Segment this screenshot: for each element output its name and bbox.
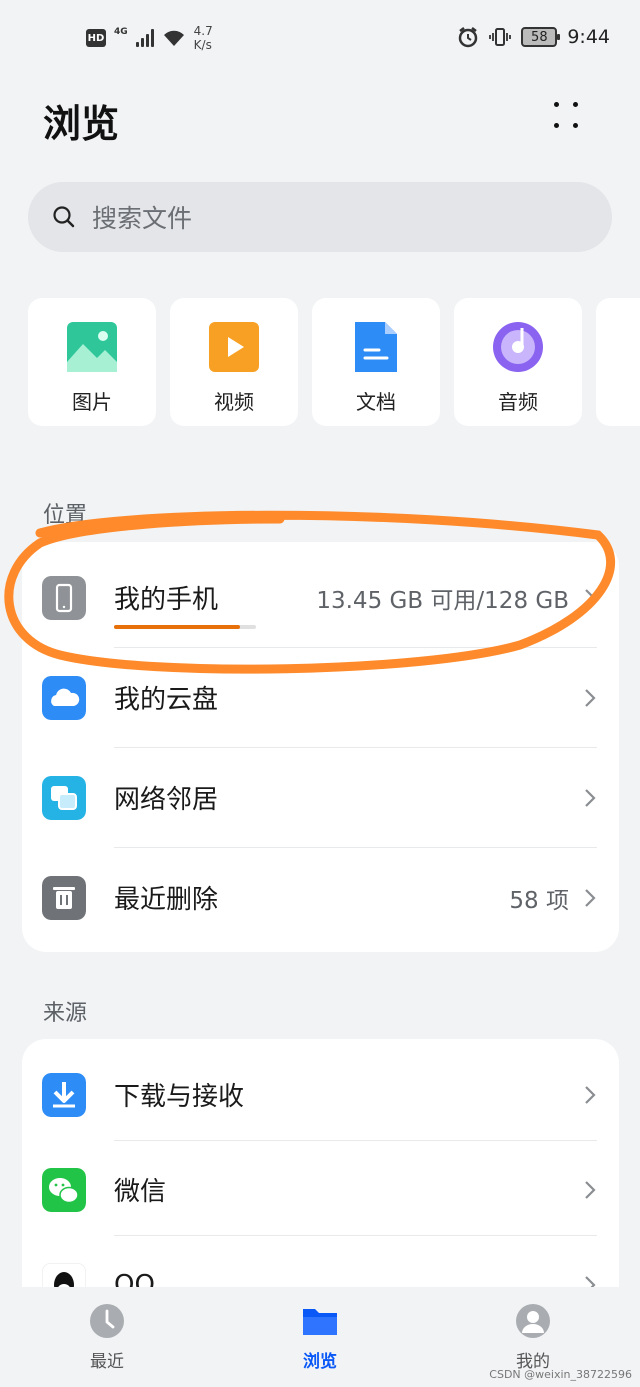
dot-icon [554, 123, 559, 128]
network-icon [42, 776, 86, 820]
storage-usage-fill [114, 625, 241, 629]
nav-recent[interactable]: 最近 [47, 1303, 167, 1372]
deleted-count: 58 项 [509, 887, 569, 914]
dot-icon [573, 123, 578, 128]
storage-usage-bar [114, 625, 256, 629]
section-title-location: 位置 [43, 503, 88, 528]
nav-mine[interactable]: 我的 [473, 1303, 593, 1372]
trash-icon [42, 876, 86, 920]
category-label: 视频 [214, 390, 254, 414]
search-input[interactable]: 搜索文件 [28, 182, 612, 252]
location-item-my-cloud[interactable]: 我的云盘 [22, 648, 619, 747]
category-documents[interactable]: 文档 [312, 298, 440, 426]
dot-icon [573, 102, 578, 107]
nav-browse[interactable]: 浏览 [260, 1303, 380, 1372]
location-item-network-neighborhood[interactable]: 网络邻居 [22, 748, 619, 847]
image-icon [67, 322, 117, 372]
status-time: 9:44 [567, 26, 610, 48]
chevron-right-icon [585, 788, 596, 807]
watermark: CSDN @weixin_38722596 [489, 1368, 632, 1381]
category-videos[interactable]: 视频 [170, 298, 298, 426]
cloud-icon [42, 676, 86, 720]
section-title-source: 来源 [43, 1001, 88, 1026]
category-strip: 图片 视频 文档 音频 [28, 298, 640, 428]
download-icon [42, 1073, 86, 1117]
video-icon [209, 322, 259, 372]
folder-icon [303, 1309, 337, 1335]
document-icon [355, 322, 397, 372]
row-label: 我的手机 [114, 585, 219, 615]
storage-value: 13.45 GB 可用/128 GB [316, 587, 569, 614]
source-item-downloads[interactable]: 下载与接收 [22, 1045, 619, 1144]
category-more[interactable] [596, 298, 640, 426]
alarm-icon [459, 27, 478, 48]
phone-icon [42, 576, 86, 620]
chevron-right-icon [585, 1085, 596, 1104]
chevron-right-icon [585, 588, 596, 607]
category-label: 图片 [72, 390, 112, 414]
search-icon [53, 206, 75, 228]
row-label: 下载与接收 [114, 1082, 245, 1112]
row-label: 微信 [114, 1177, 167, 1207]
network-speed: 4.7 K/s [193, 24, 213, 52]
chevron-right-icon [585, 688, 596, 707]
row-label: 最近删除 [114, 885, 219, 915]
battery-indicator: 58 [521, 27, 561, 47]
source-item-wechat[interactable]: 微信 [22, 1140, 619, 1239]
status-bar: HD 4G 4.7 K/s 58 9:44 [0, 0, 640, 80]
nav-label: 最近 [90, 1352, 124, 1372]
location-item-my-phone[interactable]: 我的手机 13.45 GB 可用/128 GB [22, 548, 619, 647]
location-item-recently-deleted[interactable]: 最近删除 58 项 [22, 848, 619, 947]
bottom-nav: 最近 浏览 我的 CSDN @weixin_38722596 [0, 1287, 640, 1387]
row-label: 我的云盘 [114, 685, 219, 715]
vibrate-icon [489, 28, 512, 46]
wifi-icon [163, 30, 184, 46]
category-label: 音频 [498, 390, 538, 414]
chevron-right-icon [585, 1180, 596, 1199]
audio-icon [493, 322, 543, 372]
row-label: 网络邻居 [114, 785, 219, 815]
chevron-right-icon [585, 888, 596, 907]
wechat-icon [42, 1168, 86, 1212]
network-type: 4G [114, 27, 128, 37]
clock-icon [90, 1304, 124, 1338]
category-images[interactable]: 图片 [28, 298, 156, 426]
category-audio[interactable]: 音频 [454, 298, 582, 426]
nav-label: 浏览 [303, 1352, 337, 1372]
user-icon [516, 1304, 550, 1338]
search-placeholder: 搜索文件 [92, 204, 193, 233]
page-title: 浏览 [43, 102, 120, 146]
more-options-button[interactable] [546, 96, 586, 136]
dot-icon [554, 102, 559, 107]
hd-badge: HD [86, 29, 106, 47]
category-label: 文档 [356, 390, 396, 414]
location-card: 我的手机 13.45 GB 可用/128 GB 我的云盘 网络邻居 最近删除 5 [22, 542, 619, 952]
signal-icon [135, 29, 154, 47]
